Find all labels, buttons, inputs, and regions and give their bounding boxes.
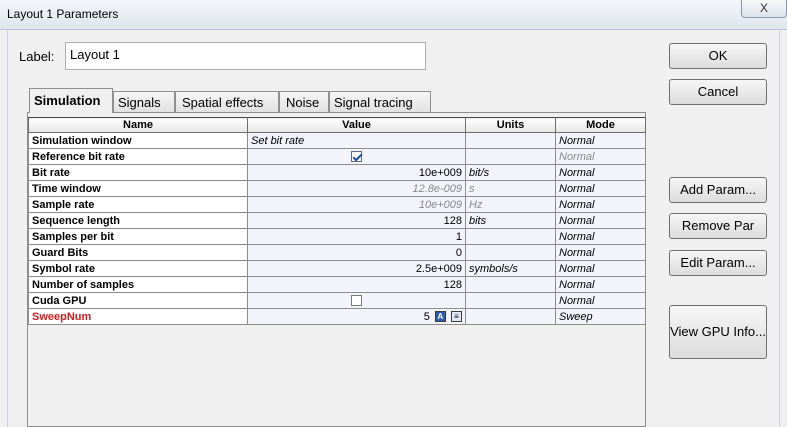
- table-row[interactable]: SweepNum 5 A ≡ Sweep: [28, 308, 646, 325]
- param-units: symbols/s: [465, 260, 556, 277]
- param-name: Reference bit rate: [28, 148, 248, 165]
- add-param-button[interactable]: Add Param...: [669, 177, 767, 203]
- header-name[interactable]: Name: [28, 117, 248, 133]
- table-row[interactable]: Sample rate 10e+009 Hz Normal: [28, 196, 646, 213]
- tab-signals[interactable]: Signals: [113, 91, 175, 112]
- sweep-a-icon[interactable]: A: [434, 311, 446, 323]
- param-units: [465, 244, 556, 261]
- table-row[interactable]: Guard Bits 0 Normal: [28, 244, 646, 261]
- edit-param-button[interactable]: Edit Param...: [669, 250, 767, 276]
- param-name: Bit rate: [28, 164, 248, 181]
- param-value[interactable]: [247, 148, 466, 165]
- param-value[interactable]: 2.5e+009: [247, 260, 466, 277]
- remove-param-button[interactable]: Remove Par: [669, 213, 767, 239]
- param-units: Hz: [465, 196, 556, 213]
- param-value[interactable]: 10e+009: [247, 164, 466, 181]
- sweep-list-icon[interactable]: ≡: [451, 311, 462, 323]
- param-mode[interactable]: Normal: [555, 212, 646, 229]
- param-value[interactable]: 128: [247, 212, 466, 229]
- close-button[interactable]: X: [741, 0, 787, 18]
- param-units: [465, 292, 556, 309]
- param-name: Cuda GPU: [28, 292, 248, 309]
- header-value[interactable]: Value: [247, 117, 466, 133]
- param-mode[interactable]: Normal: [555, 228, 646, 245]
- param-mode[interactable]: Normal: [555, 244, 646, 261]
- param-name: SweepNum: [28, 308, 248, 325]
- table-row[interactable]: Symbol rate 2.5e+009 symbols/s Normal: [28, 260, 646, 277]
- param-mode[interactable]: Normal: [555, 260, 646, 277]
- param-name: Guard Bits: [28, 244, 248, 261]
- tab-simulation[interactable]: Simulation: [29, 88, 113, 113]
- grid-header-row: Name Value Units Mode: [28, 117, 646, 133]
- param-value[interactable]: Set bit rate: [247, 132, 466, 149]
- param-name: Symbol rate: [28, 260, 248, 277]
- param-units: [465, 228, 556, 245]
- label-input[interactable]: Layout 1: [65, 42, 426, 70]
- tab-noise[interactable]: Noise: [279, 91, 329, 112]
- tab-signal-tracing[interactable]: Signal tracing: [329, 91, 431, 112]
- title-bar: Layout 1 Parameters X: [0, 0, 787, 30]
- param-name: Sample rate: [28, 196, 248, 213]
- param-mode[interactable]: Sweep: [555, 308, 646, 325]
- param-mode[interactable]: Normal: [555, 292, 646, 309]
- reference-bit-rate-checkbox[interactable]: [351, 151, 362, 163]
- param-value[interactable]: [247, 292, 466, 309]
- tab-spatial-effects[interactable]: Spatial effects: [175, 91, 279, 112]
- param-mode[interactable]: Normal: [555, 164, 646, 181]
- param-units: bits: [465, 212, 556, 229]
- param-name: Number of samples: [28, 276, 248, 293]
- parameter-grid: Name Value Units Mode Simulation window …: [28, 117, 646, 325]
- param-units: [465, 148, 556, 165]
- cuda-gpu-checkbox[interactable]: [351, 295, 362, 307]
- window-title: Layout 1 Parameters: [7, 7, 119, 21]
- table-row[interactable]: Bit rate 10e+009 bit/s Normal: [28, 164, 646, 181]
- param-value[interactable]: 0: [247, 244, 466, 261]
- table-row[interactable]: Simulation window Set bit rate Normal: [28, 132, 646, 149]
- param-value[interactable]: 128: [247, 276, 466, 293]
- param-units: [465, 276, 556, 293]
- parameter-grid-panel: Name Value Units Mode Simulation window …: [27, 112, 646, 427]
- param-mode[interactable]: Normal: [555, 148, 646, 165]
- param-mode[interactable]: Normal: [555, 180, 646, 197]
- param-mode[interactable]: Normal: [555, 276, 646, 293]
- param-units: [465, 308, 556, 325]
- table-row[interactable]: Samples per bit 1 Normal: [28, 228, 646, 245]
- param-units: [465, 132, 556, 149]
- ok-button[interactable]: OK: [669, 43, 767, 69]
- label-caption: Label:: [19, 49, 55, 64]
- table-row[interactable]: Number of samples 128 Normal: [28, 276, 646, 293]
- header-units[interactable]: Units: [465, 117, 556, 133]
- param-value: 10e+009: [247, 196, 466, 213]
- header-mode[interactable]: Mode: [555, 117, 646, 133]
- param-value: 12.8e-009: [247, 180, 466, 197]
- param-name: Sequence length: [28, 212, 248, 229]
- param-mode[interactable]: Normal: [555, 132, 646, 149]
- view-gpu-info-button[interactable]: View GPU Info...: [669, 305, 767, 359]
- table-row[interactable]: Time window 12.8e-009 s Normal: [28, 180, 646, 197]
- param-value[interactable]: 5 A ≡: [247, 308, 466, 325]
- param-units: s: [465, 180, 556, 197]
- table-row[interactable]: Reference bit rate Normal: [28, 148, 646, 165]
- param-value[interactable]: 1: [247, 228, 466, 245]
- param-name: Samples per bit: [28, 228, 248, 245]
- param-name: Simulation window: [28, 132, 248, 149]
- param-units: bit/s: [465, 164, 556, 181]
- table-row[interactable]: Sequence length 128 bits Normal: [28, 212, 646, 229]
- table-row[interactable]: Cuda GPU Normal: [28, 292, 646, 309]
- cancel-button[interactable]: Cancel: [669, 79, 767, 105]
- sweep-value[interactable]: 5: [424, 311, 430, 323]
- close-icon: X: [759, 1, 768, 15]
- param-name: Time window: [28, 180, 248, 197]
- param-mode[interactable]: Normal: [555, 196, 646, 213]
